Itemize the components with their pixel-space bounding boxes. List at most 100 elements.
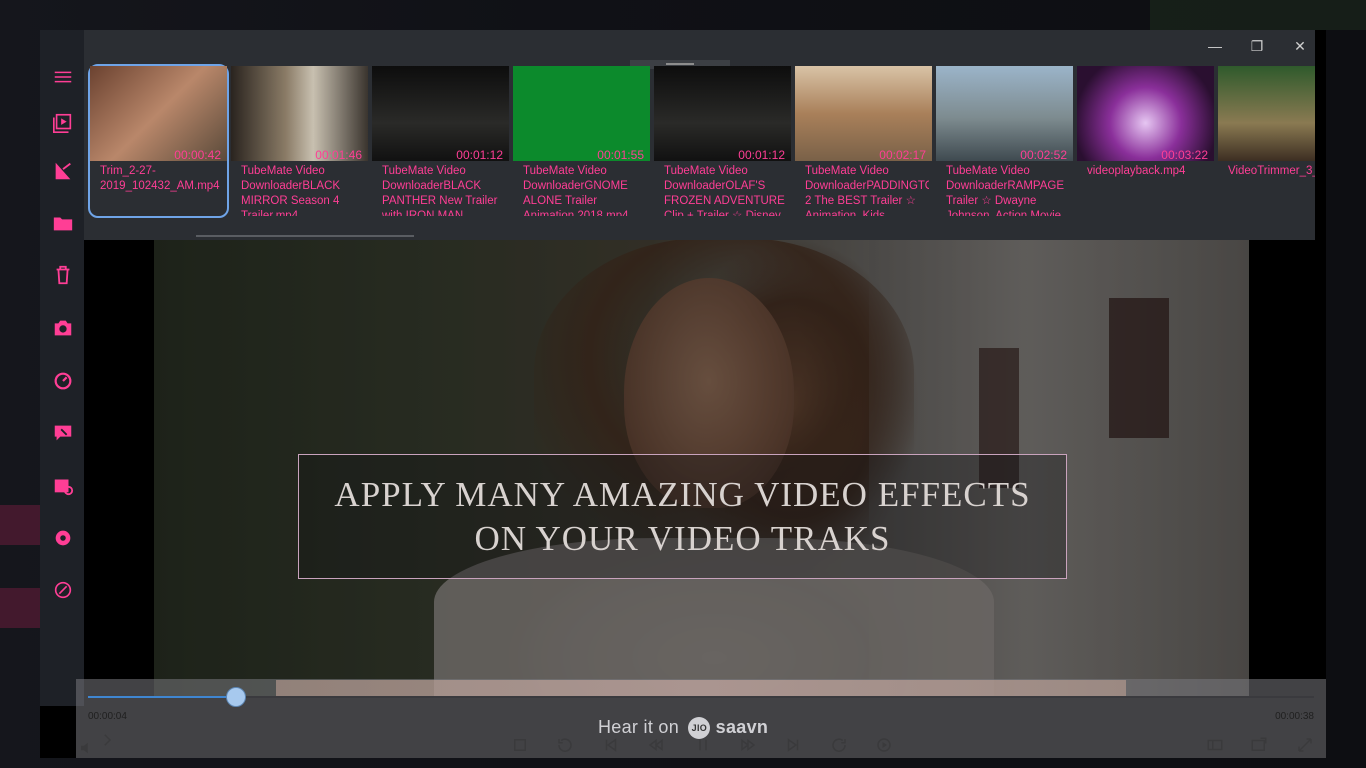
playlist-button[interactable] <box>50 110 76 136</box>
item-title: TubeMate Video DownloaderOLAF'S FROZEN A… <box>664 165 785 216</box>
delete-button[interactable] <box>50 262 76 288</box>
video-thumbnail <box>372 66 509 161</box>
effects-promo-banner: APPLY MANY AMAZING VIDEO EFFECTS ON YOUR… <box>298 454 1067 579</box>
promo-line-1: APPLY MANY AMAZING VIDEO EFFECTS <box>334 474 1031 514</box>
playlist-item[interactable]: 00 VideoTrimmer_3_18_5_11_45_PMHigh <box>1218 66 1315 216</box>
item-title: Trim_2-27-2019_102432_AM.mp4 <box>100 165 220 192</box>
video-thumbnail <box>513 66 650 161</box>
video-thumbnail <box>795 66 932 161</box>
picture-in-picture-icon <box>1251 737 1267 751</box>
stop-icon <box>514 739 526 751</box>
next-button[interactable] <box>782 734 804 756</box>
video-thumbnail <box>231 66 368 161</box>
playlist-item[interactable]: 00:02:17 TubeMate Video DownloaderPADDIN… <box>795 66 932 216</box>
skip-next-icon <box>787 738 799 752</box>
playlist-item[interactable]: 00:01:55 TubeMate Video DownloaderGNOME … <box>513 66 650 216</box>
item-duration: 00:02:52 <box>1020 148 1067 162</box>
item-duration: 00:00:42 <box>174 148 221 162</box>
minimize-icon: — <box>1208 38 1222 54</box>
restore-button[interactable]: ❐ <box>1242 36 1272 56</box>
skip-previous-icon <box>605 738 617 752</box>
close-icon: ✕ <box>1294 37 1306 54</box>
open-folder-icon <box>53 217 73 231</box>
item-title: VideoTrimmer_3_18_5_11_45_PMHigh <box>1228 165 1315 177</box>
fast-forward-button[interactable] <box>737 734 759 756</box>
restore-icon: ❐ <box>1250 37 1264 54</box>
backdrop-accent <box>1150 0 1366 30</box>
media-info-button[interactable] <box>50 472 76 498</box>
volume-icon <box>81 742 88 754</box>
forward-30-icon <box>832 738 846 752</box>
left-toolbar <box>40 30 84 706</box>
volume-button[interactable] <box>76 737 98 759</box>
snapshot-button[interactable] <box>50 315 76 341</box>
settings-icon <box>55 530 71 546</box>
minimize-button[interactable]: — <box>1200 36 1230 56</box>
item-title: TubeMate Video DownloaderBLACK MIRROR Se… <box>241 165 341 216</box>
edit-button[interactable] <box>50 158 76 184</box>
playlist-panel: — ❐ ✕ 00:00:42 Trim_2-27-2019_102432_AM.… <box>84 30 1315 240</box>
fast-rewind-icon <box>648 739 663 751</box>
forward-30-button[interactable] <box>828 734 850 756</box>
mini-view-button[interactable] <box>1248 734 1270 756</box>
speed-button[interactable] <box>50 577 76 603</box>
playlist-item[interactable]: 00:01:12 TubeMate Video DownloaderBLACK … <box>372 66 509 216</box>
media-info-icon <box>54 479 74 496</box>
expand-button[interactable] <box>96 729 118 751</box>
camera-icon <box>54 320 72 336</box>
item-duration: 00:01:12 <box>456 148 503 162</box>
video-bottom-strip <box>276 680 1126 696</box>
video-thumbnail <box>1077 66 1214 161</box>
playlist-item[interactable]: 00:02:52 TubeMate Video DownloaderRAMPAG… <box>936 66 1073 216</box>
pause-icon <box>699 739 707 751</box>
playlist-item[interactable]: 00:01:12 TubeMate Video DownloaderOLAF'S… <box>654 66 791 216</box>
playlist-icon <box>53 113 72 133</box>
rotate-icon <box>54 372 72 390</box>
aspect-ratio-button[interactable] <box>1204 734 1226 756</box>
backdrop-accent <box>0 505 40 545</box>
rewind-10-button[interactable] <box>554 734 576 756</box>
previous-button[interactable] <box>600 734 622 756</box>
total-time: 00:00:38 <box>1275 711 1314 722</box>
chevron-right-icon <box>104 734 112 746</box>
item-duration: 00:01:55 <box>597 148 644 162</box>
item-title: TubeMate Video DownloaderBLACK PANTHER N… <box>382 165 498 216</box>
item-title: TubeMate Video DownloaderRAMPAGE Trailer… <box>946 165 1065 216</box>
video-thumbnail <box>90 66 227 161</box>
rotate-button[interactable] <box>50 368 76 394</box>
item-duration: 00:02:17 <box>879 148 926 162</box>
pause-button[interactable] <box>692 734 714 756</box>
play-circle-icon <box>877 738 891 752</box>
fullscreen-button[interactable] <box>1294 734 1316 756</box>
menu-icon <box>54 71 72 83</box>
open-folder-button[interactable] <box>50 210 76 236</box>
video-thumbnail <box>654 66 791 161</box>
seek-handle[interactable] <box>226 687 247 707</box>
playlist-item[interactable]: 00:03:22 videoplayback.mp4 <box>1077 66 1214 216</box>
stop-button[interactable] <box>509 734 531 756</box>
fast-forward-icon <box>741 739 756 751</box>
close-button[interactable]: ✕ <box>1285 36 1315 56</box>
backdrop-accent <box>0 588 40 628</box>
seek-bar[interactable] <box>88 687 1314 707</box>
playlist-item[interactable]: 00:01:46 TubeMate Video DownloaderBLACK … <box>231 66 368 216</box>
replay-10-icon <box>558 738 572 752</box>
item-duration: 00:01:12 <box>738 148 785 162</box>
fast-rewind-button[interactable] <box>645 734 667 756</box>
promo-line-2: ON YOUR VIDEO TRAKS <box>474 518 891 558</box>
fullscreen-icon <box>1298 738 1312 752</box>
settings-button[interactable] <box>50 525 76 551</box>
item-title: videoplayback.mp4 <box>1087 165 1186 177</box>
item-title: TubeMate Video DownloaderPADDINGTON 2 Th… <box>805 165 929 216</box>
playlist-scrollbar[interactable] <box>196 235 414 237</box>
edit-icon <box>55 162 71 180</box>
item-duration: 00:01:46 <box>315 148 362 162</box>
playlist-item[interactable]: 00:00:42 Trim_2-27-2019_102432_AM.mp4 <box>88 64 229 218</box>
playback-rate-button[interactable] <box>873 734 895 756</box>
item-duration: 00:03:22 <box>1161 148 1208 162</box>
playback-controls: 00:00:04 00:00:38 Hear it on JIO saavn <box>76 679 1326 758</box>
effects-icon <box>54 425 72 441</box>
effects-button[interactable] <box>50 420 76 446</box>
trash-icon <box>56 265 70 285</box>
menu-button[interactable] <box>50 64 76 90</box>
